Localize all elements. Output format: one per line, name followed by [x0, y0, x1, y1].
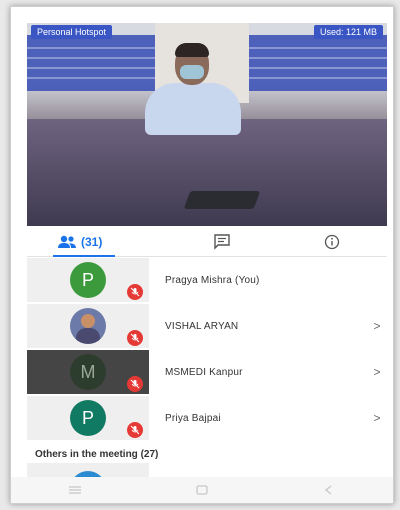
video-window-right: [249, 35, 387, 91]
participant-name: Priya Bajpai: [165, 412, 221, 424]
chevron-right-icon[interactable]: >: [367, 319, 387, 333]
participant-row[interactable]: P Pragya Mishra (You): [27, 257, 387, 303]
video-person-mask: [180, 65, 204, 79]
participant-thumbnail: P: [27, 258, 149, 302]
hotspot-status: Personal Hotspot: [31, 25, 113, 39]
mic-off-icon: [127, 284, 143, 300]
tab-chat[interactable]: [167, 227, 277, 256]
others-section-heading: Others in the meeting (27): [35, 449, 159, 460]
participant-name: VISHAL ARYAN: [165, 320, 239, 332]
phone-screen: Personal Hotspot Used: 121 MB (31) P Pra…: [10, 6, 394, 504]
participant-thumbnail: P: [27, 396, 149, 440]
tab-info[interactable]: [277, 227, 387, 256]
avatar: P: [70, 262, 106, 298]
back-icon: [325, 485, 332, 495]
avatar: M: [70, 354, 106, 390]
mic-off-icon: [127, 422, 143, 438]
back-button[interactable]: [317, 481, 341, 499]
chat-icon: [214, 233, 230, 250]
video-feed[interactable]: Personal Hotspot Used: 121 MB: [27, 23, 387, 226]
participant-thumbnail: [27, 304, 149, 348]
tab-people[interactable]: (31): [27, 227, 167, 257]
video-table: [27, 119, 387, 226]
recents-button[interactable]: [63, 481, 87, 499]
participant-list: P Pragya Mishra (You) VISHAL ARYAN > M M…: [27, 257, 387, 441]
video-person-hair: [175, 43, 209, 57]
mic-off-icon: [127, 330, 143, 346]
participant-row[interactable]: VISHAL ARYAN >: [27, 303, 387, 349]
participant-row[interactable]: M MSMEDI Kanpur >: [27, 349, 387, 395]
video-window-left: [27, 35, 155, 91]
video-device: [183, 191, 261, 209]
video-person-body: [145, 83, 241, 135]
participant-thumbnail: M: [27, 350, 149, 394]
system-nav-bar: [11, 477, 393, 503]
home-icon: [196, 485, 208, 495]
people-icon: [58, 235, 76, 248]
mic-off-icon: [127, 376, 143, 392]
tab-bar: (31): [27, 227, 387, 257]
avatar: P: [70, 400, 106, 436]
participant-row[interactable]: P Priya Bajpai >: [27, 395, 387, 441]
home-button[interactable]: [190, 481, 214, 499]
chevron-right-icon[interactable]: >: [367, 365, 387, 379]
participant-name: Pragya Mishra (You): [165, 274, 260, 286]
people-count: (31): [81, 234, 103, 249]
chevron-right-icon[interactable]: >: [367, 411, 387, 425]
avatar: [70, 308, 106, 344]
menu-icon: [68, 486, 81, 494]
data-usage-status: Used: 121 MB: [313, 25, 383, 39]
participant-name: MSMEDI Kanpur: [165, 366, 243, 378]
info-icon: [324, 234, 340, 249]
